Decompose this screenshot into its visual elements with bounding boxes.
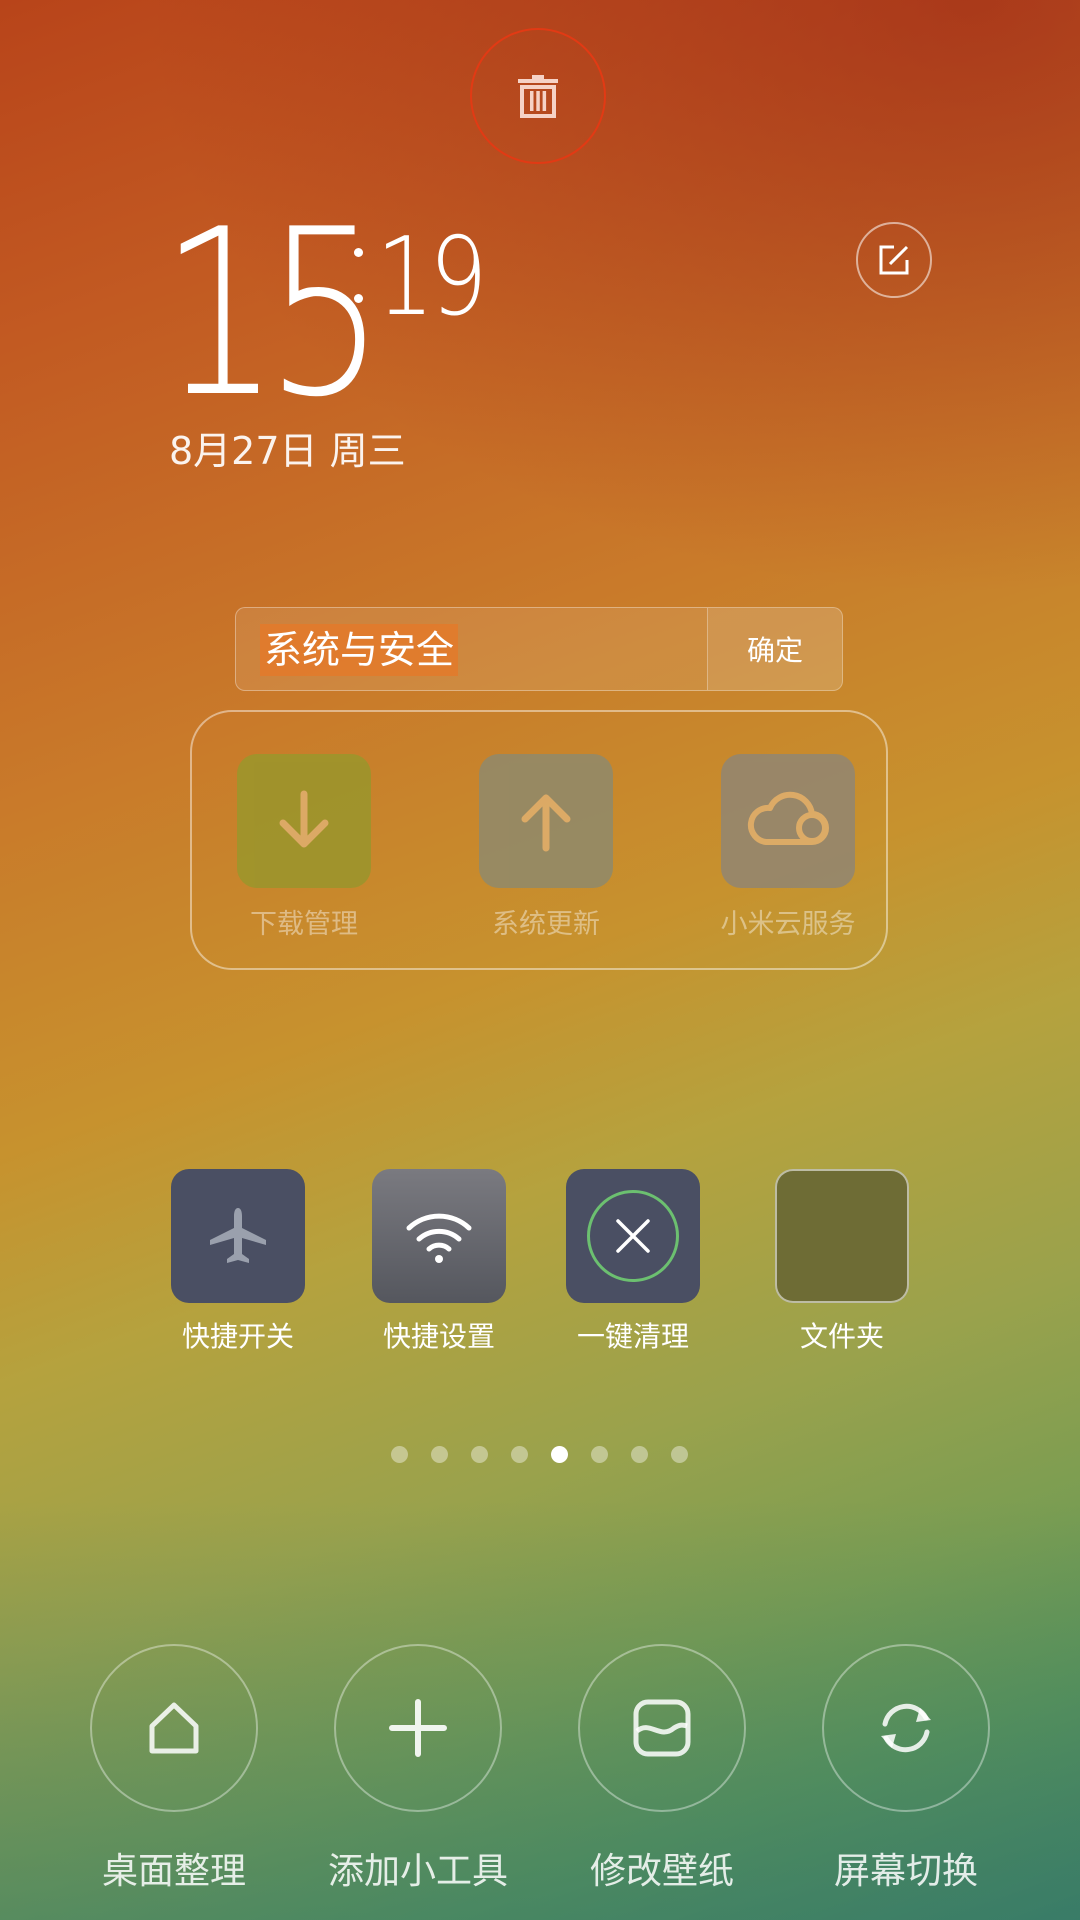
- folder-panel: 下载管理 系统更新 小米云服务: [190, 710, 888, 970]
- edit-icon: [879, 245, 909, 275]
- page-dot-active[interactable]: [551, 1446, 568, 1463]
- action-label: 桌面整理: [101, 1851, 246, 1892]
- confirm-button[interactable]: 确定: [707, 608, 842, 690]
- action-change-wallpaper[interactable]: 修改壁纸: [542, 1644, 782, 1894]
- action-label: 屏幕切换: [833, 1851, 978, 1892]
- clock-minute: 19: [376, 215, 488, 340]
- close-icon: [616, 1219, 650, 1253]
- folder-app-label: 系统更新: [492, 909, 600, 940]
- page-dot[interactable]: [591, 1446, 608, 1463]
- desktop-app-quick-toggles[interactable]: 快捷开关: [148, 1169, 328, 1355]
- page-dot[interactable]: [631, 1446, 648, 1463]
- folder-app-label: 小米云服务: [720, 909, 856, 940]
- desktop-app-one-click-clean[interactable]: 一键清理: [543, 1169, 723, 1355]
- desktop-folder[interactable]: 文件夹: [752, 1169, 932, 1355]
- desktop-app-label: 一键清理: [576, 1320, 689, 1353]
- page-dot[interactable]: [671, 1446, 688, 1463]
- action-label: 修改壁纸: [589, 1851, 734, 1892]
- clock-hour: 15: [160, 181, 385, 448]
- trash-icon: [518, 75, 558, 118]
- wifi-icon: [406, 1213, 472, 1263]
- folder-name-bar: 系统与安全 确定: [235, 607, 843, 691]
- page-dot[interactable]: [471, 1446, 488, 1463]
- airplane-icon: [210, 1208, 266, 1263]
- folder-name-input[interactable]: 系统与安全: [260, 624, 459, 676]
- action-label: 添加小工具: [327, 1851, 508, 1892]
- desktop-app-label: 文件夹: [799, 1320, 884, 1353]
- action-arrange-desktop[interactable]: 桌面整理: [54, 1644, 294, 1894]
- page-dot[interactable]: [391, 1446, 408, 1463]
- page-dot[interactable]: [431, 1446, 448, 1463]
- desktop-app-quick-settings[interactable]: 快捷设置: [349, 1169, 529, 1355]
- folder-icon: [775, 1169, 909, 1303]
- wallpaper-icon: [633, 1699, 691, 1757]
- action-add-widget[interactable]: 添加小工具: [298, 1644, 538, 1894]
- trash-drop-target[interactable]: [470, 28, 606, 164]
- clock-date: 8月27日 周三: [169, 429, 406, 473]
- clock-colon: [354, 244, 364, 308]
- download-icon: [279, 790, 329, 848]
- action-switch-screen[interactable]: 屏幕切换: [786, 1644, 1026, 1894]
- plus-icon: [389, 1699, 447, 1757]
- folder-app-label: 下载管理: [250, 909, 358, 940]
- folder-app-download-manager[interactable]: 下载管理: [234, 754, 374, 941]
- folder-app-system-update[interactable]: 系统更新: [476, 754, 616, 941]
- cloud-icon: [747, 791, 829, 845]
- desktop-app-label: 快捷开关: [181, 1320, 294, 1353]
- upload-icon: [521, 794, 571, 852]
- home-icon: [149, 1702, 199, 1754]
- desktop-app-label: 快捷设置: [382, 1320, 495, 1353]
- refresh-icon: [881, 1703, 931, 1753]
- edit-widget-button[interactable]: [856, 222, 932, 298]
- page-dot[interactable]: [511, 1446, 528, 1463]
- clean-ring: [587, 1190, 679, 1282]
- folder-app-mi-cloud[interactable]: 小米云服务: [718, 754, 858, 941]
